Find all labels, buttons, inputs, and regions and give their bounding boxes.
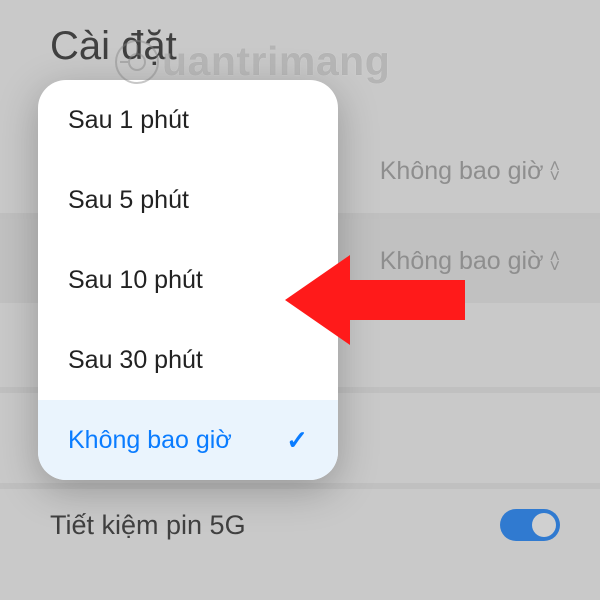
menu-item-never[interactable]: Không bao giờ ✓: [38, 400, 338, 480]
menu-item-label: Không bao giờ: [68, 426, 232, 455]
menu-item-1min[interactable]: Sau 1 phút: [38, 80, 338, 160]
setting-value-2: Không bao giờ: [380, 247, 544, 276]
menu-item-label: Sau 10 phút: [68, 266, 203, 295]
toggle-switch[interactable]: [500, 509, 560, 541]
menu-item-label: Sau 5 phút: [68, 186, 189, 215]
chevron-updown-icon: ˄˅: [549, 161, 560, 181]
check-icon: ✓: [286, 425, 308, 456]
setting-value: Không bao giờ: [380, 157, 544, 186]
setting-row-5g[interactable]: Tiết kiệm pin 5G: [0, 489, 600, 541]
dropdown-menu: Sau 1 phút Sau 5 phút Sau 10 phút Sau 30…: [38, 80, 338, 480]
menu-item-30min[interactable]: Sau 30 phút: [38, 320, 338, 400]
menu-item-label: Sau 1 phút: [68, 106, 189, 135]
setting-label-5g: Tiết kiệm pin 5G: [50, 510, 500, 541]
menu-item-label: Sau 30 phút: [68, 346, 203, 375]
chevron-updown-icon: ˄˅: [549, 251, 560, 271]
page-title: Cài đặt: [0, 0, 600, 79]
menu-item-5min[interactable]: Sau 5 phút: [38, 160, 338, 240]
menu-item-10min[interactable]: Sau 10 phút: [38, 240, 338, 320]
